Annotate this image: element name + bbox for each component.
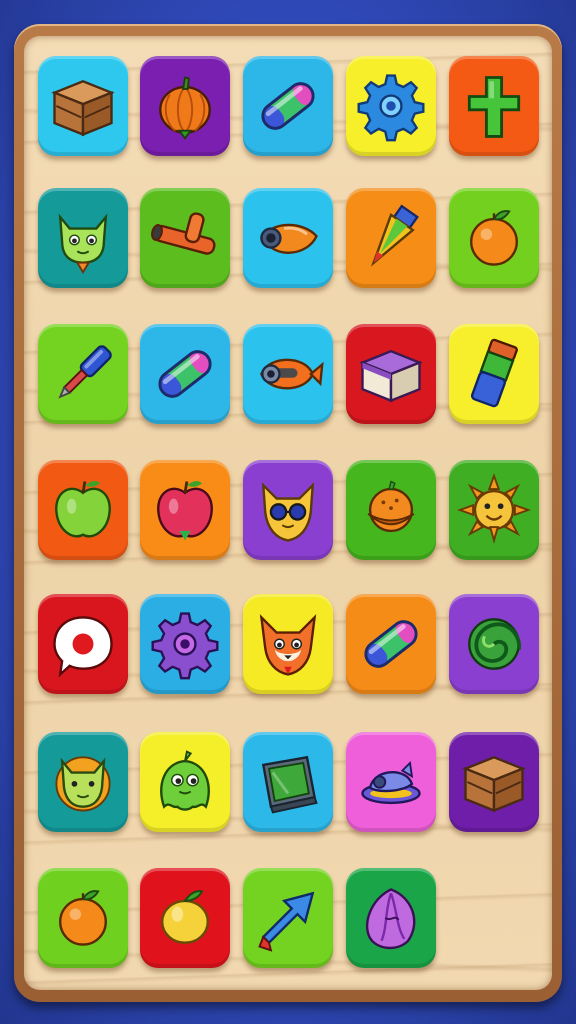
board-tile[interactable] xyxy=(346,460,436,560)
orange-fruit-icon xyxy=(59,890,107,946)
board-tile[interactable] xyxy=(346,188,436,288)
board-tile[interactable] xyxy=(243,460,333,560)
purple-gear-icon xyxy=(151,612,219,680)
blue-arrow-icon xyxy=(258,891,315,952)
board-tile[interactable] xyxy=(243,188,333,288)
battery-capsule-icon xyxy=(364,620,418,668)
wooden-crate-icon xyxy=(462,756,526,813)
red-apple-icon xyxy=(157,480,213,541)
board-tile[interactable] xyxy=(38,594,128,694)
fox-sunglasses-icon xyxy=(261,482,315,542)
fox-face-icon xyxy=(259,614,317,676)
gear-icon xyxy=(357,74,425,142)
green-cross-icon xyxy=(467,76,521,138)
green-apple-icon xyxy=(55,480,111,538)
game-board xyxy=(24,36,552,990)
lion-face-icon xyxy=(55,756,111,812)
wooden-crate-icon xyxy=(51,80,115,137)
board-tile[interactable] xyxy=(38,324,128,424)
board-tile[interactable] xyxy=(346,732,436,832)
board-tile[interactable] xyxy=(140,56,230,156)
orange-fish-icon xyxy=(260,223,318,254)
cat-face-icon xyxy=(58,213,108,275)
board-tile[interactable] xyxy=(449,56,539,156)
board-tile[interactable] xyxy=(449,594,539,694)
board-tile[interactable] xyxy=(449,324,539,424)
board-tile[interactable] xyxy=(449,460,539,560)
board-tile[interactable] xyxy=(140,460,230,560)
board-tile[interactable] xyxy=(38,460,128,560)
tablet-screen-icon xyxy=(261,755,318,814)
board-tile[interactable] xyxy=(243,324,333,424)
board-tile[interactable] xyxy=(449,188,539,288)
board-tile[interactable] xyxy=(38,188,128,288)
board-tile[interactable] xyxy=(243,594,333,694)
screwdriver-icon xyxy=(58,345,112,399)
board-tile[interactable] xyxy=(140,868,230,968)
battery-capsule-icon xyxy=(261,82,315,130)
board-tile[interactable] xyxy=(346,324,436,424)
board-tile[interactable] xyxy=(346,868,436,968)
speech-bubble-icon xyxy=(53,616,113,678)
board-tile[interactable] xyxy=(140,594,230,694)
board-tile[interactable] xyxy=(243,732,333,832)
board-tile[interactable] xyxy=(38,868,128,968)
purple-box-icon xyxy=(359,349,423,403)
sun-face-icon xyxy=(456,472,532,544)
pencil-cone-icon xyxy=(370,204,419,267)
green-monster-icon xyxy=(160,750,210,811)
orange-fruit-icon xyxy=(470,210,518,266)
pumpkin-icon xyxy=(159,76,211,140)
board-tile[interactable] xyxy=(346,594,436,694)
lemon-icon xyxy=(161,890,209,944)
board-tile[interactable] xyxy=(449,732,539,832)
board-tile[interactable] xyxy=(243,868,333,968)
purple-shell-icon xyxy=(366,888,416,950)
orange-bell-icon xyxy=(367,480,415,533)
board-tile[interactable] xyxy=(140,324,230,424)
glue-stick-icon xyxy=(470,338,518,408)
board-tile[interactable] xyxy=(140,732,230,832)
board-tile[interactable] xyxy=(38,732,128,832)
goggle-fish-icon xyxy=(260,358,324,390)
pipe-connector-icon xyxy=(151,212,216,255)
board-tile[interactable] xyxy=(38,56,128,156)
board-tile[interactable] xyxy=(140,188,230,288)
battery-capsule-icon xyxy=(158,350,212,398)
board-tile[interactable] xyxy=(346,56,436,156)
ufo-fish-icon xyxy=(361,760,421,805)
green-swirl-icon xyxy=(468,618,521,670)
board-tile[interactable] xyxy=(243,56,333,156)
